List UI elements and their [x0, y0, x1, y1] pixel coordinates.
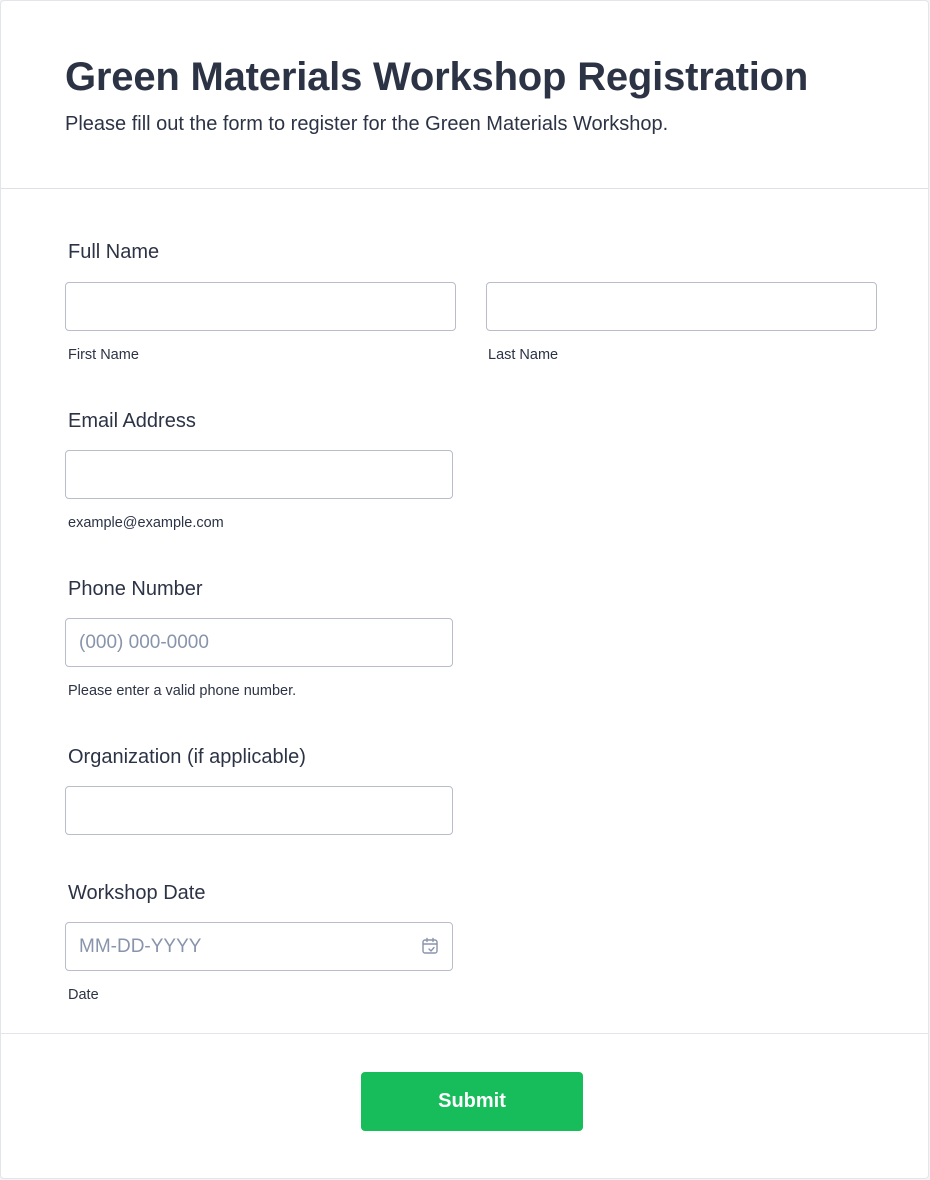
last-name-sublabel: Last Name	[488, 347, 559, 363]
full-name-label: Full Name	[68, 241, 160, 263]
email-field[interactable]	[65, 450, 453, 499]
email-sublabel: example@example.com	[68, 515, 224, 531]
workshop-date-sublabel: Date	[68, 987, 99, 1003]
phone-sublabel: Please enter a valid phone number.	[68, 683, 297, 699]
workshop-date-input[interactable]	[65, 922, 453, 971]
phone-input[interactable]	[65, 618, 453, 667]
organization-label: Organization (if applicable)	[68, 746, 306, 768]
last-name-input[interactable]	[486, 282, 877, 331]
workshop-date-label: Workshop Date	[68, 882, 206, 904]
page-subtitle: Please fill out the form to register for…	[65, 113, 669, 135]
first-name-input[interactable]	[65, 282, 456, 331]
form-card: Green Materials Workshop Registration Pl…	[0, 0, 929, 1179]
organization-input[interactable]	[65, 786, 453, 835]
date-picker	[65, 922, 453, 971]
page-title: Green Materials Workshop Registration	[65, 55, 809, 99]
footer-divider	[1, 1033, 928, 1034]
email-label: Email Address	[68, 410, 196, 432]
calendar-icon[interactable]	[421, 937, 439, 955]
form-header: Green Materials Workshop Registration Pl…	[1, 1, 928, 189]
submit-button[interactable]: Submit	[361, 1072, 583, 1131]
first-name-sublabel: First Name	[68, 347, 139, 363]
phone-label: Phone Number	[68, 578, 203, 600]
